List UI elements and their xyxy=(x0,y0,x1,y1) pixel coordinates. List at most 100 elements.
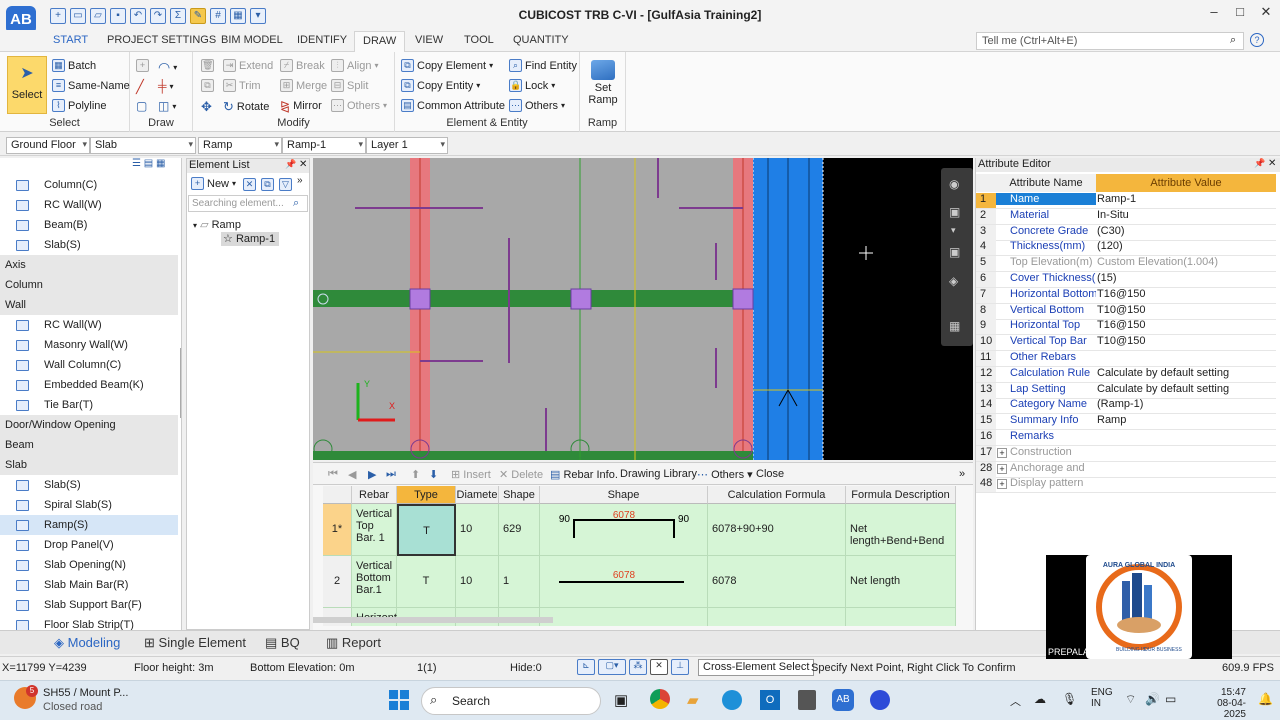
attribute-row[interactable]: 7 Horizontal Bottom T16@150 xyxy=(976,287,1276,304)
common-attribute-button[interactable]: ▤ Common Attribute xyxy=(401,99,505,112)
first-record-icon[interactable]: ⏮ xyxy=(328,468,338,481)
tree-item[interactable]: Floor Slab Strip(T) xyxy=(0,615,178,630)
tab-report[interactable]: ▥ Report xyxy=(326,635,381,651)
search-icon[interactable]: ⌕ xyxy=(1230,34,1236,47)
windows-start-icon[interactable] xyxy=(389,690,409,710)
attribute-value[interactable]: (Ramp-1) xyxy=(1097,398,1275,410)
tree-item[interactable]: RC Wall(W) xyxy=(0,195,178,215)
rebar-cell-formula[interactable]: 6078 xyxy=(708,556,846,608)
attribute-value[interactable]: (15) xyxy=(1097,272,1275,284)
attribute-row[interactable]: 1 Name Ramp-1 xyxy=(976,193,1276,209)
expand-icon[interactable]: » xyxy=(959,468,965,480)
snap-icon[interactable]: ▢▾ xyxy=(598,659,626,675)
attribute-row[interactable]: 48 + Display pattern xyxy=(976,477,1276,494)
insert-button[interactable]: ⊞ Insert xyxy=(451,468,491,481)
rect-tool[interactable]: ▢ xyxy=(136,99,147,113)
notifications-icon[interactable]: 🔔 xyxy=(1258,692,1273,706)
element-type-select[interactable]: Ramp ▾ xyxy=(198,137,282,154)
align-button[interactable]: ⫶ Align ▾ xyxy=(331,59,378,72)
tree-category[interactable]: Beam xyxy=(0,435,178,455)
rebar-shape-cell[interactable]: 6078 xyxy=(540,556,708,608)
attribute-value[interactable]: Calculate by default setting xyxy=(1097,367,1275,379)
select-mode-icon[interactable]: ⊥ xyxy=(671,659,689,675)
more-icon[interactable]: » xyxy=(297,175,303,186)
tree-item[interactable]: Slab(S) xyxy=(0,235,178,255)
attribute-value[interactable]: T16@150 xyxy=(1097,288,1275,300)
tree-item[interactable]: Slab(S) xyxy=(0,475,178,495)
file-explorer-icon[interactable]: ▰ xyxy=(687,691,699,709)
expand-icon[interactable]: + xyxy=(997,463,1007,474)
attribute-value[interactable]: (C30) xyxy=(1097,225,1275,237)
attribute-value[interactable]: Ramp-1 xyxy=(1097,193,1275,205)
tree-item[interactable]: Slab Opening(N) xyxy=(0,555,178,575)
tree-item[interactable]: Column(C) xyxy=(0,175,178,195)
tree-item[interactable]: Beam(B) xyxy=(0,215,178,235)
set-ramp-button[interactable]: Set Ramp xyxy=(588,60,618,112)
copy-element-button[interactable]: ⧉ Copy Element ▾ xyxy=(401,59,493,72)
mirror-button[interactable]: ⧎ Mirror xyxy=(280,99,322,113)
arc-tool[interactable]: ◠ ▾ xyxy=(158,59,177,76)
point-tool[interactable]: + xyxy=(136,59,149,72)
drawing-library-button[interactable]: Drawing Library xyxy=(620,468,697,480)
extend-button[interactable]: ⇥ Extend xyxy=(223,59,273,72)
floor-select[interactable]: Ground Floor ▾ xyxy=(6,137,90,154)
polyline-button[interactable]: ⌇ Polyline xyxy=(52,99,107,112)
copy-tool[interactable]: ⧉ xyxy=(201,79,214,92)
rebar-cell-shape[interactable]: 629 xyxy=(499,504,540,556)
filter-icon[interactable]: ▽ xyxy=(279,178,292,191)
rebar-cell-rebar[interactable]: Vertical Top Bar. 1 xyxy=(352,504,397,556)
tab-single-element[interactable]: ⊞ Single Element xyxy=(144,635,246,651)
microphone-icon[interactable]: 🎙 xyxy=(1062,692,1077,706)
tree-item[interactable]: Masonry Wall(W) xyxy=(0,335,178,355)
attribute-value[interactable]: (120) xyxy=(1097,240,1275,252)
rebar-cell-type[interactable]: T xyxy=(397,556,456,608)
cloud-icon[interactable]: ☁ xyxy=(1034,692,1046,706)
next-record-icon[interactable]: ▶ xyxy=(368,468,376,481)
battery-icon[interactable]: ▭ xyxy=(1165,692,1176,706)
ortho-icon[interactable]: ⊾ xyxy=(577,659,595,675)
layer-select[interactable]: Layer 1 ▾ xyxy=(366,137,448,154)
close-icon[interactable]: ✕ xyxy=(299,159,307,170)
element-others-button[interactable]: ⋯ Others ▾ xyxy=(509,99,565,112)
move-down-icon[interactable]: ⬇ xyxy=(429,468,438,481)
tree-node-ramp[interactable]: ▾ ▱ Ramp xyxy=(193,218,241,231)
element-search-input[interactable]: Searching element... xyxy=(188,195,308,212)
expand-icon[interactable]: + xyxy=(997,447,1007,458)
rotate-button[interactable]: ↻ Rotate xyxy=(223,99,269,115)
rebar-others-button[interactable]: ⋯ Others ▾ xyxy=(697,468,753,481)
offset-tool[interactable]: ╪ ▾ xyxy=(158,79,174,93)
zoom-icon[interactable] xyxy=(870,690,890,710)
break-button[interactable]: ⌿ Break xyxy=(280,59,325,72)
rebar-cell-rebar[interactable]: Vertical Bottom Bar.1 xyxy=(352,556,397,608)
cross-element-select-button[interactable]: Cross-Element Select xyxy=(698,659,815,676)
attribute-row[interactable]: 8 Vertical Bottom T10@150 xyxy=(976,303,1276,320)
rebar-cell-desc[interactable]: Net length+Bend+Bend xyxy=(846,504,956,556)
tree-view-icons[interactable]: ☰ ▤ ▦ xyxy=(132,158,178,174)
rebar-cell-formula[interactable]: 6078+90+90 xyxy=(708,504,846,556)
tab-tool[interactable]: TOOL xyxy=(464,34,494,46)
attribute-row[interactable]: 4 Thickness(mm) (120) xyxy=(976,240,1276,257)
last-record-icon[interactable]: ⏭ xyxy=(386,468,396,481)
attribute-value[interactable]: T10@150 xyxy=(1097,335,1275,347)
attribute-row[interactable]: 11 Other Rebars xyxy=(976,351,1276,367)
attribute-value[interactable]: Calculate by default setting xyxy=(1097,383,1275,395)
tab-quantity[interactable]: QUANTITY xyxy=(513,34,569,46)
expand-icon[interactable]: + xyxy=(997,479,1007,490)
volume-icon[interactable]: 🔊 xyxy=(1145,692,1160,706)
prev-record-icon[interactable]: ◀ xyxy=(348,468,356,481)
tree-item[interactable]: Slab Main Bar(R) xyxy=(0,575,178,595)
rebar-cell-dia[interactable]: 10 xyxy=(456,504,499,556)
attribute-row[interactable]: 16 Remarks xyxy=(976,430,1276,446)
taskbar-search[interactable]: Search xyxy=(421,687,601,715)
rebar-close-button[interactable]: Close xyxy=(756,468,784,480)
task-view-icon[interactable]: ▣ xyxy=(614,691,628,709)
merge-button[interactable]: ⊞ Merge xyxy=(280,79,327,92)
attribute-row[interactable]: 9 Horizontal Top T16@150 xyxy=(976,319,1276,336)
attribute-row[interactable]: 12 Calculation Rule Calculate by default s… xyxy=(976,366,1276,383)
rebar-shape-cell[interactable] xyxy=(540,608,708,626)
dynamic-input-icon[interactable]: ⁂ xyxy=(629,659,647,675)
tree-category[interactable]: Column xyxy=(0,275,178,295)
help-icon[interactable]: ? xyxy=(1250,33,1264,47)
pin-icon[interactable]: 📌 xyxy=(285,159,296,170)
attribute-value[interactable]: Ramp xyxy=(1097,414,1275,426)
